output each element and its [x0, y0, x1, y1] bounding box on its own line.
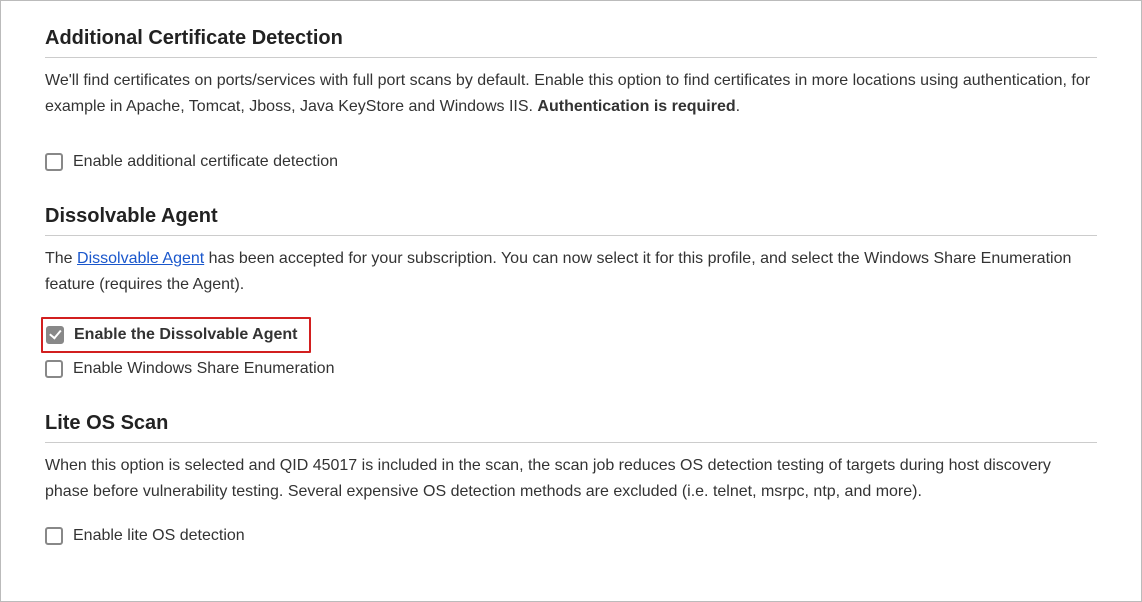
checkbox-row-enable-agent: Enable the Dissolvable Agent: [46, 322, 297, 348]
section-heading-agent: Dissolvable Agent: [45, 201, 1097, 236]
dissolvable-agent-link[interactable]: Dissolvable Agent: [77, 250, 204, 267]
options-agent: Enable the Dissolvable Agent Enable Wind…: [45, 317, 1097, 382]
desc-end: .: [736, 98, 740, 115]
checkbox-row-enable-additional-cert: Enable additional certificate detection: [45, 149, 1097, 175]
checkbox-row-enable-winshare: Enable Windows Share Enumeration: [45, 356, 1097, 382]
checkbox-label-enable-winshare[interactable]: Enable Windows Share Enumeration: [73, 357, 334, 381]
section-additional-cert-detection: Additional Certificate Detection We'll f…: [45, 23, 1097, 175]
checkbox-label-enable-lite[interactable]: Enable lite OS detection: [73, 524, 245, 548]
section-heading-cert: Additional Certificate Detection: [45, 23, 1097, 58]
checkbox-enable-lite[interactable]: [45, 527, 63, 545]
checkbox-enable-additional-cert[interactable]: [45, 153, 63, 171]
settings-panel: Additional Certificate Detection We'll f…: [0, 0, 1142, 602]
checkbox-enable-agent[interactable]: [46, 326, 64, 344]
desc-text-pre: The: [45, 250, 77, 267]
section-dissolvable-agent: Dissolvable Agent The Dissolvable Agent …: [45, 201, 1097, 382]
checkbox-enable-winshare[interactable]: [45, 360, 63, 378]
checkbox-label-enable-agent[interactable]: Enable the Dissolvable Agent: [74, 323, 297, 347]
section-desc-lite: When this option is selected and QID 450…: [45, 453, 1097, 506]
highlight-enable-agent: Enable the Dissolvable Agent: [41, 317, 311, 353]
section-desc-cert: We'll find certificates on ports/service…: [45, 68, 1097, 121]
section-lite-os-scan: Lite OS Scan When this option is selecte…: [45, 408, 1097, 550]
desc-bold: Authentication is required: [537, 98, 735, 115]
checkbox-label-enable-additional-cert[interactable]: Enable additional certificate detection: [73, 150, 338, 174]
checkbox-row-enable-lite: Enable lite OS detection: [45, 523, 1097, 549]
section-desc-agent: The Dissolvable Agent has been accepted …: [45, 246, 1097, 299]
options-cert: Enable additional certificate detection: [45, 149, 1097, 175]
section-heading-lite: Lite OS Scan: [45, 408, 1097, 443]
options-lite: Enable lite OS detection: [45, 523, 1097, 549]
